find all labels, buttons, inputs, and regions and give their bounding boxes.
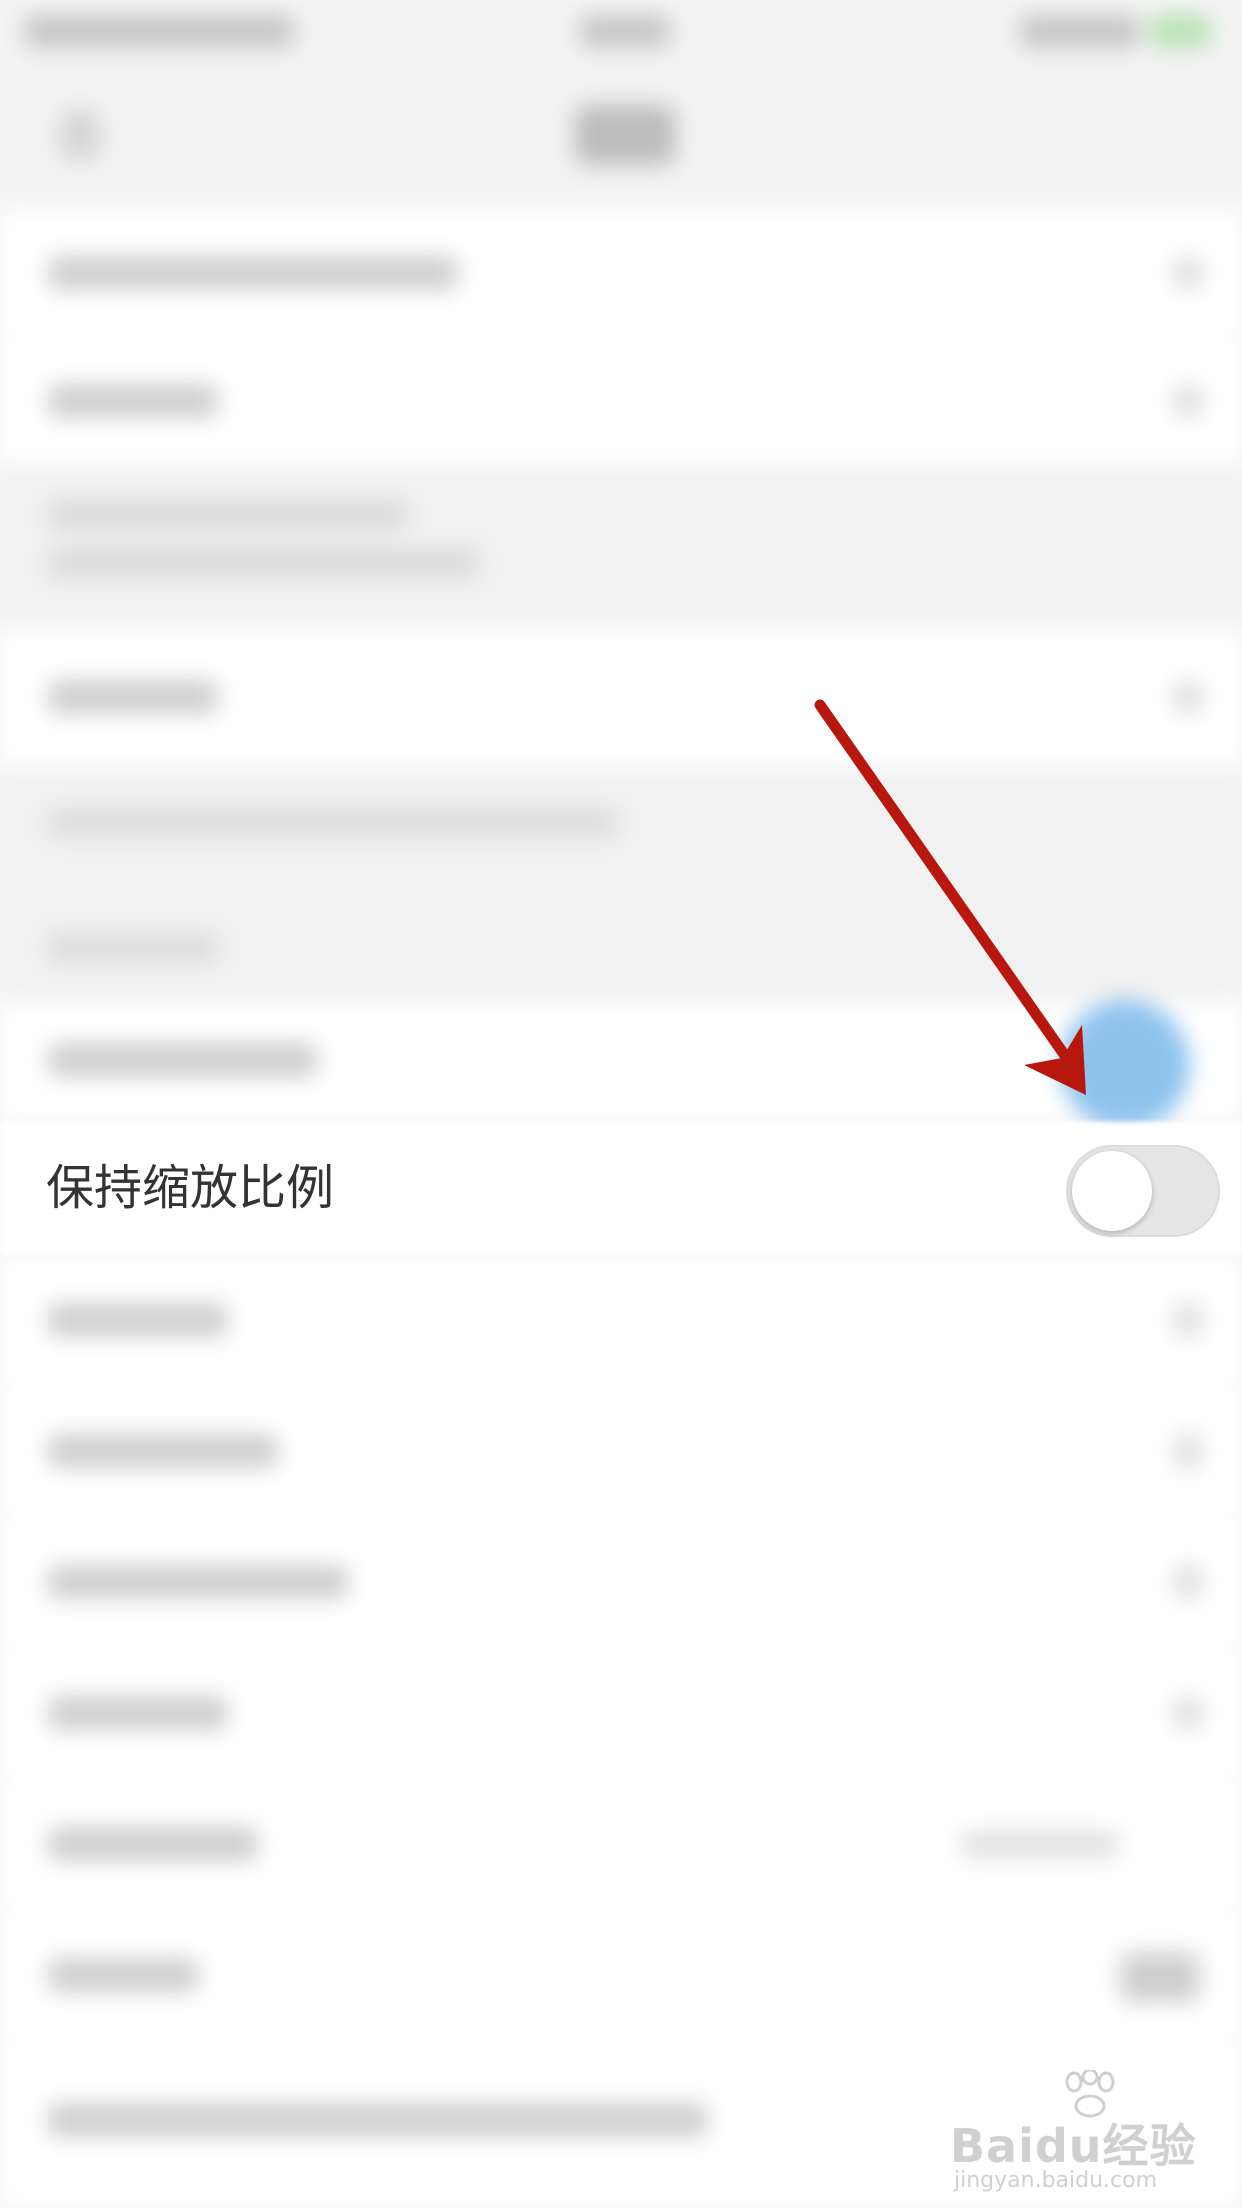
blurred-settings-background <box>0 0 1242 2208</box>
settings-row <box>0 1779 1242 1910</box>
settings-row <box>0 1517 1242 1648</box>
back-icon <box>60 110 100 160</box>
toggle-on-indicator <box>1060 1000 1190 1130</box>
status-icons <box>1020 14 1140 48</box>
settings-row <box>0 1648 1242 1779</box>
navigation-bar <box>0 70 1242 200</box>
settings-row <box>0 336 1242 467</box>
settings-row <box>0 1386 1242 1517</box>
nav-title <box>575 105 675 165</box>
settings-note <box>0 467 1242 628</box>
keep-zoom-ratio-toggle[interactable] <box>1066 1145 1220 1237</box>
settings-row <box>0 628 1242 769</box>
settings-row <box>0 1001 1242 1122</box>
keep-zoom-ratio-label: 保持缩放比例 <box>46 1160 335 1216</box>
settings-section-header <box>0 900 1242 1001</box>
settings-row <box>0 210 1242 336</box>
baidu-jingyan-watermark: Baidu经验 jingyan.baidu.com <box>950 2070 1230 2193</box>
settings-note <box>0 769 1242 900</box>
battery-icon <box>1150 14 1210 48</box>
toggle-knob <box>1072 1151 1152 1231</box>
watermark-url: jingyan.baidu.com <box>954 2168 1158 2193</box>
settings-row <box>0 1910 1242 2041</box>
keep-zoom-ratio-row[interactable]: 保持缩放比例 <box>0 1122 1242 1254</box>
status-time <box>580 14 670 48</box>
status-carrier <box>24 14 294 48</box>
settings-row <box>0 1255 1242 1386</box>
status-bar <box>0 0 1242 70</box>
watermark-brand: Baidu经验 <box>950 2119 1197 2173</box>
